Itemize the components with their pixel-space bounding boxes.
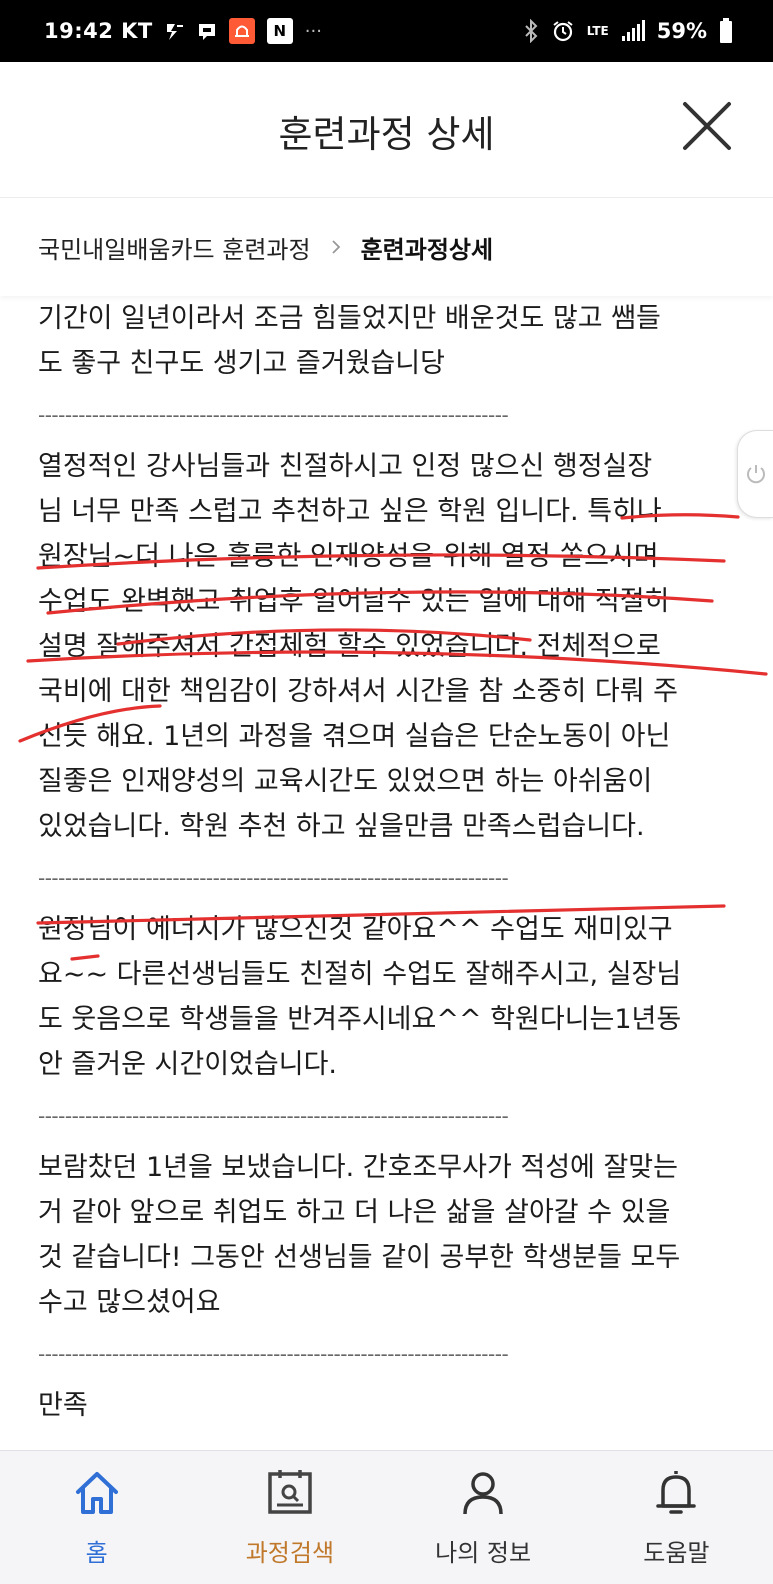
side-power-tab[interactable] — [737, 430, 773, 518]
course-search-icon — [262, 1465, 318, 1521]
message-icon — [197, 21, 217, 41]
nav-help[interactable]: 도움말 — [586, 1465, 766, 1568]
review-text-line: 요~~ 다른선생님들도 친절히 수업도 잘해주시고, 실장님 — [38, 959, 682, 990]
naver-icon: N — [266, 18, 293, 44]
page-title: 훈련과정 상세 — [278, 113, 495, 156]
review-item: 원장님이 에너지가 많으신것 같아요^^ 수업도 재미있구요~~ 다른선생님들도… — [38, 907, 735, 1087]
review-text-line: 수고 많으셨어요 — [38, 1287, 221, 1318]
review-content[interactable]: 기간이 일년이라서 조금 힘들었지만 배운것도 많고 쌤들도 좋구 친구도 생기… — [0, 296, 773, 1456]
home-icon — [69, 1465, 125, 1521]
breadcrumb: 국민내일배움카드 훈련과정 훈련과정상세 — [0, 198, 773, 296]
breadcrumb-current: 훈련과정상세 — [360, 235, 494, 264]
data-saver-icon — [165, 20, 185, 42]
review-text-line: 열정적인 강사님들과 친절하시고 인정 많으신 행정실장 — [38, 451, 653, 482]
review-item: 보람찼던 1년을 보냈습니다. 간호조무사가 적성에 잘맞는거 같아 앞으로 취… — [38, 1145, 735, 1325]
nav-course-search-label: 과정검색 — [245, 1539, 335, 1567]
person-icon — [455, 1465, 511, 1521]
review-text-line: 있었습니다. 학원 추천 하고 싶을만큼 만족스럽습니다. — [38, 811, 645, 842]
review-text-line: 거 같아 앞으로 취업도 하고 더 나은 삶을 살아갈 수 있을 — [38, 1197, 671, 1228]
review-separator: ----------------------------------------… — [38, 866, 509, 890]
review-text-line: 안 즐거운 시간이었습니다. — [38, 1049, 337, 1080]
page-header: 훈련과정 상세 — [0, 62, 773, 198]
nav-my-info-label: 나의 정보 — [435, 1539, 532, 1567]
review-text-line: 설명 잘해주셔서 간접체험 할수 있었습니다. 전체적으로 — [38, 631, 661, 662]
nav-home-label: 홈 — [85, 1539, 108, 1567]
nav-home[interactable]: 홈 — [7, 1465, 187, 1568]
close-button[interactable] — [681, 100, 733, 152]
alarm-icon — [551, 19, 575, 43]
review-text-line: 수업도 완벽했고 취업후 일어날수 있는 일에 대해 적절히 — [38, 586, 670, 617]
signal-icon — [621, 20, 645, 42]
review-item: 기간이 일년이라서 조금 힘들었지만 배운것도 많고 쌤들도 좋구 친구도 생기… — [38, 296, 735, 386]
nav-course-search[interactable]: 과정검색 — [200, 1465, 380, 1568]
review-text-line: 님 너무 만족 스럽고 추천하고 싶은 학원 입니다. 특히나 — [38, 496, 662, 527]
review-text-line: 것 같습니다! 그동안 선생님들 같이 공부한 학생분들 모두 — [38, 1242, 681, 1273]
review-text-line: 질좋은 인재양성의 교육시간도 있었으면 하는 아쉬움이 — [38, 766, 653, 797]
bluetooth-icon — [523, 19, 539, 43]
nav-help-label: 도움말 — [643, 1539, 710, 1567]
review-text-line: 원장님이 에너지가 많으신것 같아요^^ 수업도 재미있구 — [38, 914, 673, 945]
power-icon — [746, 465, 765, 484]
close-icon — [683, 102, 731, 150]
status-bar-left: 19:42 KT N ··· — [44, 18, 322, 44]
review-text-line: 신듯 해요. 1년의 과정을 겪으며 실습은 단순노동이 아닌 — [38, 721, 671, 752]
battery-icon — [719, 18, 733, 44]
review-item: 열정적인 강사님들과 친절하시고 인정 많으신 행정실장님 너무 만족 스럽고 … — [38, 444, 735, 849]
status-time: 19:42 KT — [44, 19, 153, 43]
review-text-line: 도 좋구 친구도 생기고 즐거웠습니당 — [38, 348, 445, 379]
more-notifications: ··· — [304, 20, 322, 42]
review-list: 기간이 일년이라서 조금 힘들었지만 배운것도 많고 쌤들도 좋구 친구도 생기… — [0, 296, 773, 1456]
nav-my-info[interactable]: 나의 정보 — [393, 1465, 573, 1568]
bottom-navigation: 홈 과정검색 나의 정보 도움말 — [0, 1450, 773, 1584]
review-text-line: 보람찼던 1년을 보냈습니다. 간호조무사가 적성에 잘맞는 — [38, 1152, 678, 1183]
breadcrumb-parent[interactable]: 국민내일배움카드 훈련과정 — [38, 230, 311, 265]
alarm-app-icon — [228, 18, 255, 44]
review-text-line: 만족 — [38, 1390, 88, 1421]
review-text-line: 기간이 일년이라서 조금 힘들었지만 배운것도 많고 쌤들 — [38, 303, 661, 334]
bell-icon — [648, 1465, 704, 1521]
review-separator: ----------------------------------------… — [38, 1342, 509, 1366]
status-bar: 19:42 KT N ··· LTE 59% — [0, 0, 773, 62]
review-text-line: 국비에 대한 책임감이 강하셔서 시간을 참 소중히 다뤄 주 — [38, 676, 678, 707]
chevron-right-icon — [329, 240, 343, 254]
lte-icon: LTE — [586, 24, 609, 38]
review-text-line: 원장님~더 나은 훌륭한 인재양성을 위해 열정 쏟으시며 — [38, 541, 659, 572]
review-separator: ----------------------------------------… — [38, 1104, 509, 1128]
status-bar-right: LTE 59% — [523, 18, 733, 44]
review-separator: ----------------------------------------… — [38, 403, 509, 427]
battery-percent: 59% — [656, 19, 707, 43]
review-text-line: 도 웃음으로 학생들을 반겨주시네요^^ 학원다니는1년동 — [38, 1004, 682, 1035]
review-item: 만족 — [38, 1383, 735, 1428]
